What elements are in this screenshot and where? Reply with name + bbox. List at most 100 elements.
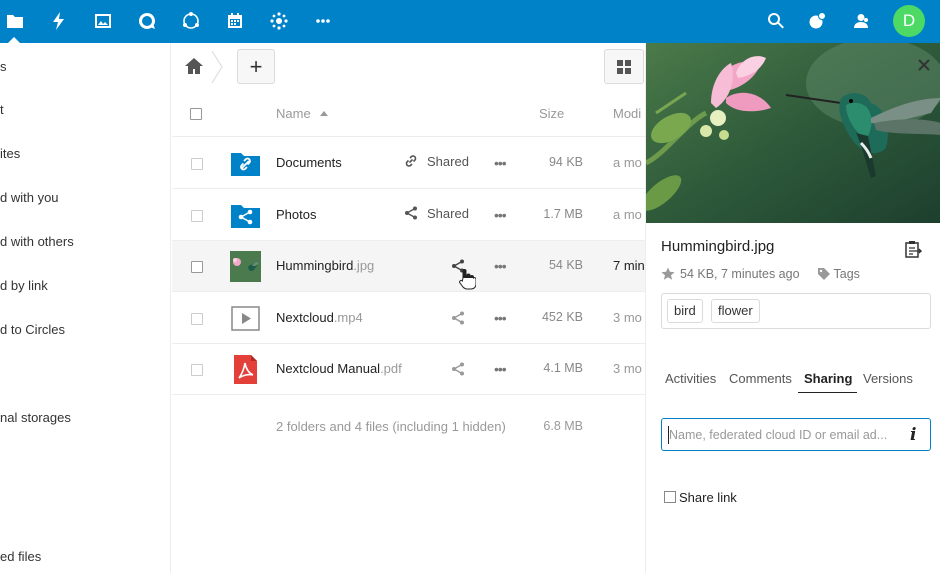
tab-activities[interactable]: Activities xyxy=(665,371,716,386)
table-row[interactable]: Hummingbird.jpg ••• 54 KB 7 min xyxy=(172,241,645,292)
row-checkbox[interactable] xyxy=(191,261,203,273)
size-column-header[interactable]: Size xyxy=(539,106,564,121)
select-all-checkbox[interactable] xyxy=(190,108,202,120)
deck-icon[interactable] xyxy=(266,8,292,34)
tab-comments[interactable]: Comments xyxy=(729,371,792,386)
row-checkbox[interactable] xyxy=(191,210,203,222)
files-icon[interactable] xyxy=(2,8,28,34)
tags-input[interactable]: bird flower xyxy=(661,293,931,329)
modified-column-header[interactable]: Modi xyxy=(613,106,641,121)
tag-chip-bird[interactable]: bird xyxy=(667,299,703,323)
name-column-label: Name xyxy=(276,106,311,121)
file-summary: 2 folders and 4 files (including 1 hidde… xyxy=(276,419,506,434)
row-checkbox[interactable] xyxy=(191,364,203,376)
sidebar-item-favorites[interactable]: ites xyxy=(0,146,20,161)
share-button[interactable] xyxy=(450,361,466,377)
circles-icon[interactable] xyxy=(178,8,204,34)
share-link-label[interactable]: Share link xyxy=(679,490,737,505)
share-with-input[interactable]: i xyxy=(661,418,931,451)
share-icon xyxy=(405,206,417,220)
table-row[interactable]: Photos Shared ••• 1.7 MB a mo xyxy=(172,190,645,241)
sidebar-item-shared-with-you[interactable]: d with you xyxy=(0,190,59,205)
breadcrumb-separator xyxy=(211,51,223,83)
folder-link-icon xyxy=(231,153,260,176)
activity-icon[interactable] xyxy=(46,8,72,34)
share-button[interactable] xyxy=(450,310,466,326)
sidebar-item-shared-with-others[interactable]: d with others xyxy=(0,234,74,249)
file-name[interactable]: Hummingbird.jpg xyxy=(276,258,374,273)
share-label: Shared xyxy=(427,153,469,169)
share-status[interactable]: Shared xyxy=(403,205,469,221)
sidebar-item-all-files[interactable]: s xyxy=(0,59,7,74)
more-apps-icon[interactable] xyxy=(310,8,336,34)
table-row[interactable]: Documents Shared ••• 94 KB a mo xyxy=(172,138,645,189)
file-list-area: + Name Size Modi Documents Shared ••• 94… xyxy=(172,43,645,573)
name-column-header[interactable]: Name xyxy=(276,106,329,121)
calendar-icon[interactable] xyxy=(222,8,248,34)
more-actions-icon[interactable]: ••• xyxy=(494,207,510,223)
file-size: 1.7 MB xyxy=(543,207,583,221)
grid-view-toggle[interactable] xyxy=(604,49,644,84)
share-icon xyxy=(452,362,464,376)
top-header: D xyxy=(0,0,940,43)
file-basename: Nextcloud xyxy=(276,310,334,325)
file-modified: a mo xyxy=(613,207,642,222)
share-status[interactable]: Shared xyxy=(403,153,469,169)
star-icon[interactable] xyxy=(661,267,675,281)
file-name[interactable]: Nextcloud Manual.pdf xyxy=(276,361,402,376)
file-size: 4.1 MB xyxy=(543,361,583,375)
share-search-field[interactable] xyxy=(662,419,907,450)
row-checkbox[interactable] xyxy=(191,158,203,170)
talk-icon[interactable] xyxy=(134,8,160,34)
close-icon[interactable] xyxy=(914,55,934,75)
image-thumbnail xyxy=(230,251,261,282)
more-actions-icon[interactable]: ••• xyxy=(494,361,510,377)
sidebar-item-shared-by-link[interactable]: d by link xyxy=(0,278,48,293)
file-extension: .pdf xyxy=(380,361,402,376)
file-extension: .jpg xyxy=(353,258,375,273)
file-basename: Nextcloud Manual xyxy=(276,361,381,376)
sidebar-item-recent[interactable]: t xyxy=(0,102,4,117)
more-actions-icon[interactable]: ••• xyxy=(494,258,510,274)
video-file-icon xyxy=(231,306,260,331)
file-name[interactable]: Photos xyxy=(276,207,316,222)
contacts-icon[interactable] xyxy=(848,8,874,34)
tab-versions[interactable]: Versions xyxy=(863,371,913,386)
avatar[interactable]: D xyxy=(893,5,925,37)
sort-ascending-icon xyxy=(320,111,329,116)
file-meta-text: 54 KB, 7 minutes ago xyxy=(680,267,800,281)
tab-sharing[interactable]: Sharing xyxy=(804,371,852,386)
image-preview xyxy=(646,43,940,223)
clipboard-icon[interactable] xyxy=(904,240,922,258)
file-modified: 3 mo xyxy=(613,310,642,325)
file-modified: 3 mo xyxy=(613,361,642,376)
sidebar-item-shared-to-circles[interactable]: d to Circles xyxy=(0,322,65,337)
table-row[interactable]: Nextcloud.mp4 ••• 452 KB 3 mo xyxy=(172,293,645,344)
home-icon[interactable] xyxy=(184,56,204,76)
new-file-button[interactable]: + xyxy=(237,49,275,84)
gallery-icon[interactable] xyxy=(90,8,116,34)
file-modified: a mo xyxy=(613,155,642,170)
info-icon[interactable]: i xyxy=(910,425,916,445)
avatar-letter: D xyxy=(902,11,916,30)
file-table-header: Name Size Modi xyxy=(172,90,645,137)
tag-chip-flower[interactable]: flower xyxy=(711,299,760,323)
tag-icon xyxy=(817,268,830,280)
file-name[interactable]: Documents xyxy=(276,155,342,170)
more-actions-icon[interactable]: ••• xyxy=(494,310,510,326)
more-actions-icon[interactable]: ••• xyxy=(494,155,510,171)
row-checkbox[interactable] xyxy=(191,313,203,325)
share-link-checkbox[interactable] xyxy=(664,491,676,503)
details-meta: 54 KB, 7 minutes ago Tags xyxy=(661,267,860,281)
file-size: 452 KB xyxy=(541,310,583,324)
total-size: 6.8 MB xyxy=(543,419,583,433)
search-icon[interactable] xyxy=(763,8,789,34)
tags-label[interactable]: Tags xyxy=(834,267,860,281)
text-caret xyxy=(668,426,669,444)
table-row[interactable]: Nextcloud Manual.pdf ••• 4.1 MB 3 mo xyxy=(172,344,645,395)
notifications-icon[interactable] xyxy=(804,8,830,34)
sidebar-item-deleted-files[interactable]: ed files xyxy=(0,549,41,564)
file-basename: Photos xyxy=(276,207,317,222)
sidebar-item-external-storages[interactable]: nal storages xyxy=(0,410,71,425)
file-name[interactable]: Nextcloud.mp4 xyxy=(276,310,363,325)
